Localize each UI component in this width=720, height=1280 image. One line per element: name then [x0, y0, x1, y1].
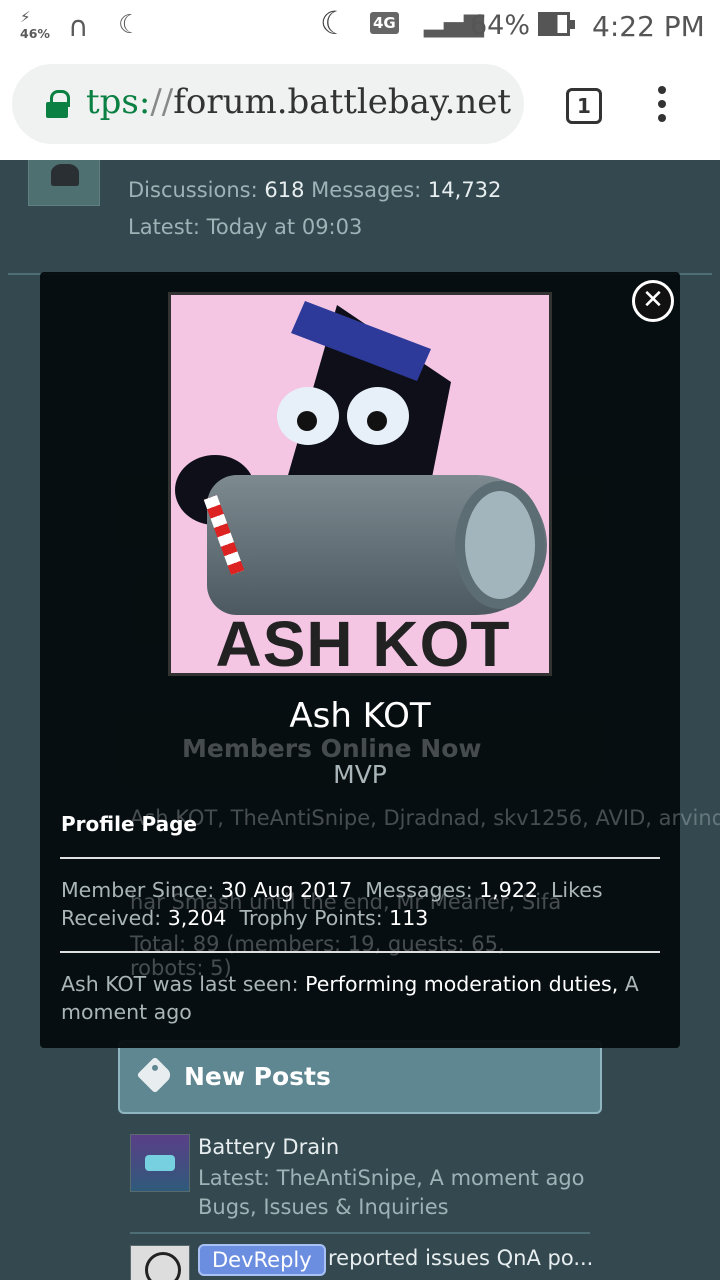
profile-stats: Member Since: 30 Aug 2017 Messages: 1,92… — [61, 878, 603, 930]
tab-switcher-button[interactable]: 1 — [566, 88, 602, 124]
members-online-title: Members Online Now — [182, 734, 482, 763]
avatar-caption: ASH KOT — [215, 608, 511, 676]
lock-icon[interactable] — [46, 90, 70, 118]
clock: 4:22 PM — [592, 10, 705, 43]
address-bar[interactable]: tps://forum.battlebay.net — [12, 64, 524, 144]
battery-icon — [538, 12, 575, 36]
network-type: 4G — [370, 12, 399, 34]
last-seen-activity-link[interactable]: Performing moderation duties, — [305, 972, 618, 996]
post-thumbnail[interactable] — [130, 1245, 190, 1280]
post-title[interactable]: reported issues QnA po... — [328, 1246, 593, 1270]
profile-last-seen: Ash KOT was last seen: Performing modera… — [61, 972, 639, 1024]
night-mode-icon: ☾ — [320, 4, 349, 42]
divider — [130, 1232, 590, 1234]
battery-percent: 64% — [470, 10, 531, 41]
post-thumbnail[interactable] — [130, 1134, 190, 1192]
forum-stats: Discussions: 618 Messages: 14,732 — [128, 178, 502, 202]
browser-toolbar: tps://forum.battlebay.net 1 — [0, 54, 720, 160]
data-saver-indicator: ⚡ 46% — [20, 8, 50, 41]
url-text[interactable]: tps://forum.battlebay.net — [86, 82, 511, 122]
headphones-icon: ∩ — [68, 10, 89, 43]
do-not-disturb-icon: ☾ — [118, 10, 142, 40]
new-posts-header: New Posts — [118, 1040, 602, 1114]
profile-avatar: ASH KOT — [168, 292, 552, 676]
post-latest[interactable]: Latest: TheAntiSnipe, A moment ago — [198, 1166, 585, 1190]
close-icon[interactable]: ✕ — [632, 280, 674, 322]
profile-name: Ash KOT — [289, 696, 431, 736]
post-title[interactable]: Battery Drain — [198, 1135, 339, 1159]
devreply-badge[interactable]: DevReply — [198, 1244, 326, 1276]
forum-icon[interactable] — [28, 160, 100, 206]
new-posts-title: New Posts — [184, 1062, 331, 1091]
overflow-menu-icon[interactable] — [658, 86, 668, 126]
divider — [60, 951, 660, 953]
profile-user-title: MVP — [333, 760, 387, 789]
status-bar: ⚡ 46% ∩ ☾ ☾ 4G ▂▄▆ 64% 4:22 PM — [0, 0, 720, 54]
profile-page-link[interactable]: Profile Page — [61, 812, 197, 836]
post-forum[interactable]: Bugs, Issues & Inquiries — [198, 1195, 449, 1219]
forum-latest[interactable]: Latest: Today at 09:03 — [128, 215, 362, 239]
divider — [60, 857, 660, 859]
members-online-list: Ash KOT, TheAntiSnipe, Djradnad, skv1256… — [130, 806, 720, 830]
tag-icon — [136, 1056, 174, 1094]
